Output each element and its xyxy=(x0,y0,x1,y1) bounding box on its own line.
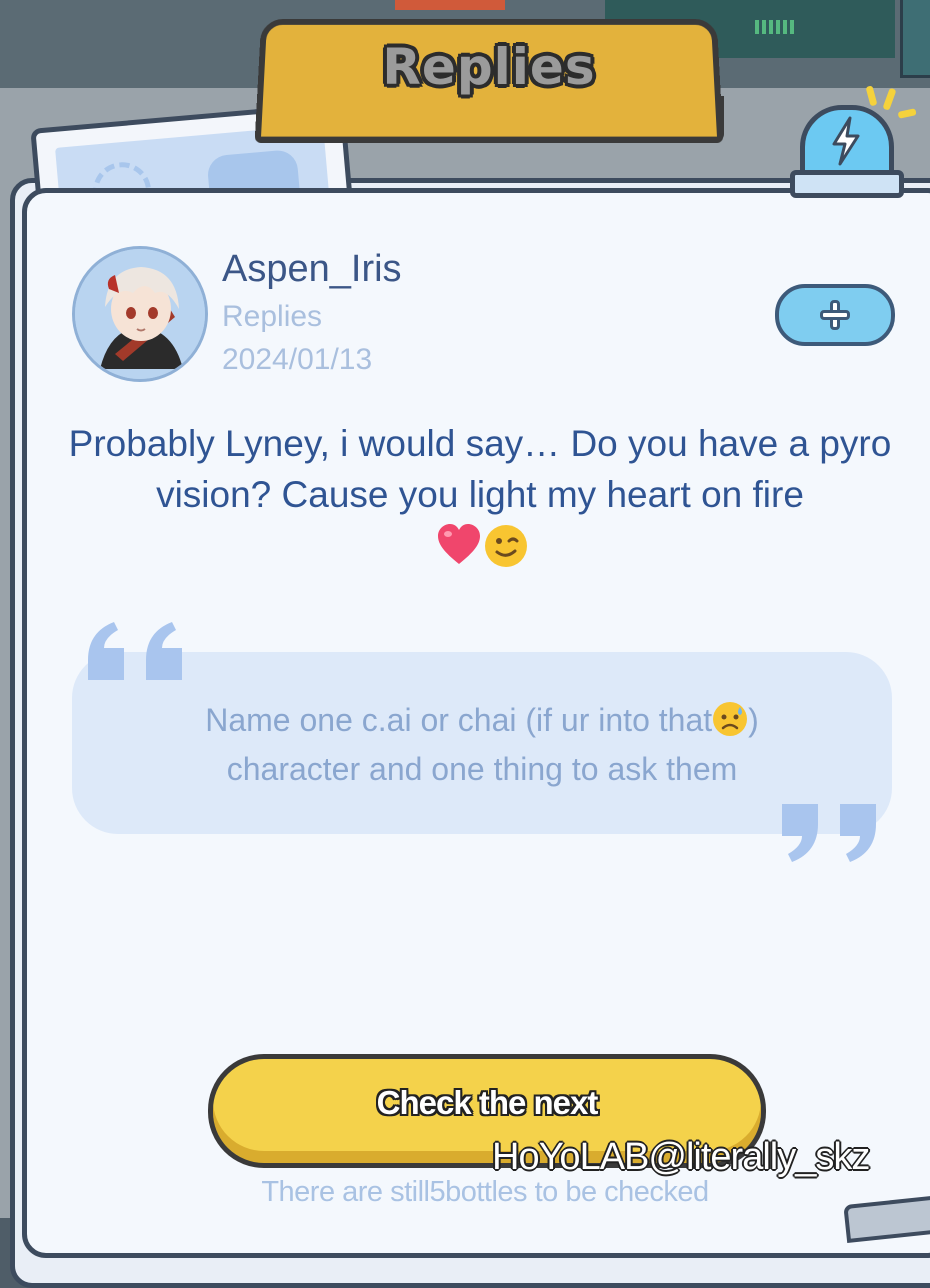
avatar-portrait xyxy=(75,249,205,379)
post-date: 2024/01/13 xyxy=(222,343,373,376)
lightning-icon xyxy=(832,116,860,166)
follow-button[interactable] xyxy=(775,284,895,346)
wink-face-icon xyxy=(485,525,527,567)
plus-icon xyxy=(820,300,850,330)
sparkle-rays-icon xyxy=(866,85,917,119)
check-next-label[interactable]: Check the next xyxy=(208,1084,766,1122)
background-stripes xyxy=(755,20,795,34)
background-edge-icon xyxy=(900,0,930,78)
alarm-base xyxy=(790,170,904,198)
question-text: Name one c.ai or chai (if ur into that )… xyxy=(72,696,892,794)
question-line1: Name one c.ai or chai (if ur into that xyxy=(205,702,713,738)
reply-emojis xyxy=(436,522,536,568)
worried-sweat-face-icon xyxy=(713,702,748,736)
post-type-label: Replies xyxy=(222,300,323,333)
question-line2: character and one thing to ask them xyxy=(226,751,738,787)
close-quote-icon xyxy=(782,804,876,862)
page-title: Replies xyxy=(382,38,596,96)
heart-icon xyxy=(438,524,480,564)
watermark: HoYoLAB@literally_skz xyxy=(492,1136,870,1178)
question-line1-end: ) xyxy=(748,702,759,738)
author-name[interactable]: Aspen_Iris xyxy=(222,248,402,291)
remaining-bottles-text: There are still5bottles to be checked xyxy=(261,1176,709,1208)
background-decor xyxy=(395,0,505,10)
open-quote-icon xyxy=(88,622,182,680)
reply-text: Probably Lyney, i would say… Do you have… xyxy=(68,423,892,515)
avatar[interactable] xyxy=(72,246,208,382)
